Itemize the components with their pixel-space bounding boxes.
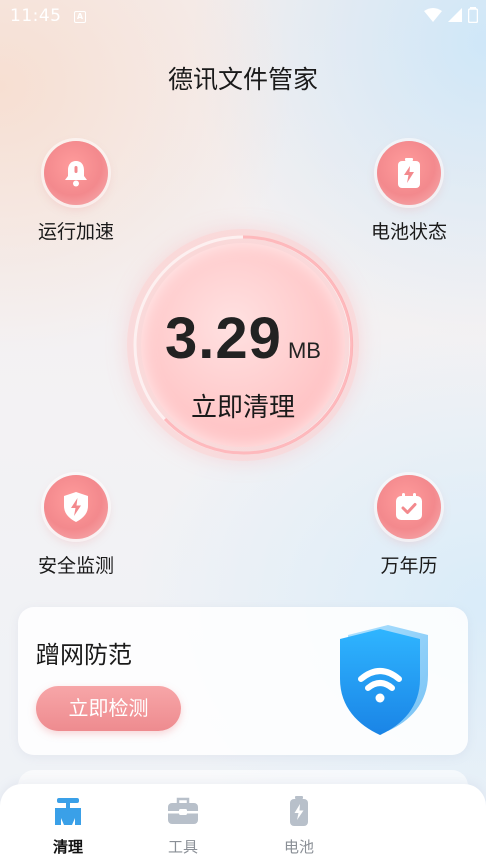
battery-icon [398,158,420,188]
junk-size-value: 3.29 [165,306,282,371]
battery-status-circle [377,141,441,205]
toolbox-icon [168,797,198,824]
battery-status-button[interactable]: 电池状态 [349,141,469,244]
wifi-protection-title: 蹭网防范 [36,641,132,669]
notification-a-icon: A [74,11,86,23]
app-title: 德讯文件管家 [167,65,318,94]
run-speed-button[interactable]: 运行加速 [16,141,136,244]
nav-tab-clean[interactable]: 清理 [28,794,108,857]
wifi-icon [424,8,442,22]
broom-icon [55,798,81,825]
calendar-circle [377,475,441,539]
battery-status-label: 电池状态 [370,221,447,243]
calendar-button[interactable]: 万年历 [349,475,469,578]
shield-bolt-icon [64,492,88,522]
nav-tab-tools-label: 工具 [167,838,198,856]
battery-status-icon [468,7,478,23]
calendar-label: 万年历 [380,555,438,577]
calendar-check-icon [396,493,422,520]
security-monitor-label: 安全监测 [37,555,114,577]
nav-tab-tools[interactable]: 工具 [143,794,223,857]
detect-now-button[interactable]: 立即检测 [36,686,181,731]
junk-size-unit: MB [287,338,321,363]
status-bar: 11:45 A [0,0,486,34]
status-time: 11:45 [10,6,62,26]
signal-icon [448,8,462,22]
nav-tab-battery-label: 电池 [283,838,314,856]
nav-tab-clean-label: 清理 [52,838,83,856]
nav-tab-battery[interactable]: 电池 [259,794,339,857]
run-speed-label: 运行加速 [37,221,114,243]
bell-icon [65,161,87,187]
run-speed-circle [44,141,108,205]
bottom-nav: 清理 工具 电池 [0,784,486,864]
status-icons [424,7,478,23]
wifi-shield-icon [340,625,428,735]
junk-size: 3.29 MB [127,305,359,372]
clean-now-label: 立即清理 [190,393,295,423]
wifi-protection-card: 蹭网防范 立即检测 [18,607,468,755]
clean-now-button[interactable]: 3.29 MB 立即清理 [127,229,359,461]
security-monitor-circle [44,475,108,539]
battery-icon [290,796,308,826]
security-monitor-button[interactable]: 安全监测 [16,475,136,578]
